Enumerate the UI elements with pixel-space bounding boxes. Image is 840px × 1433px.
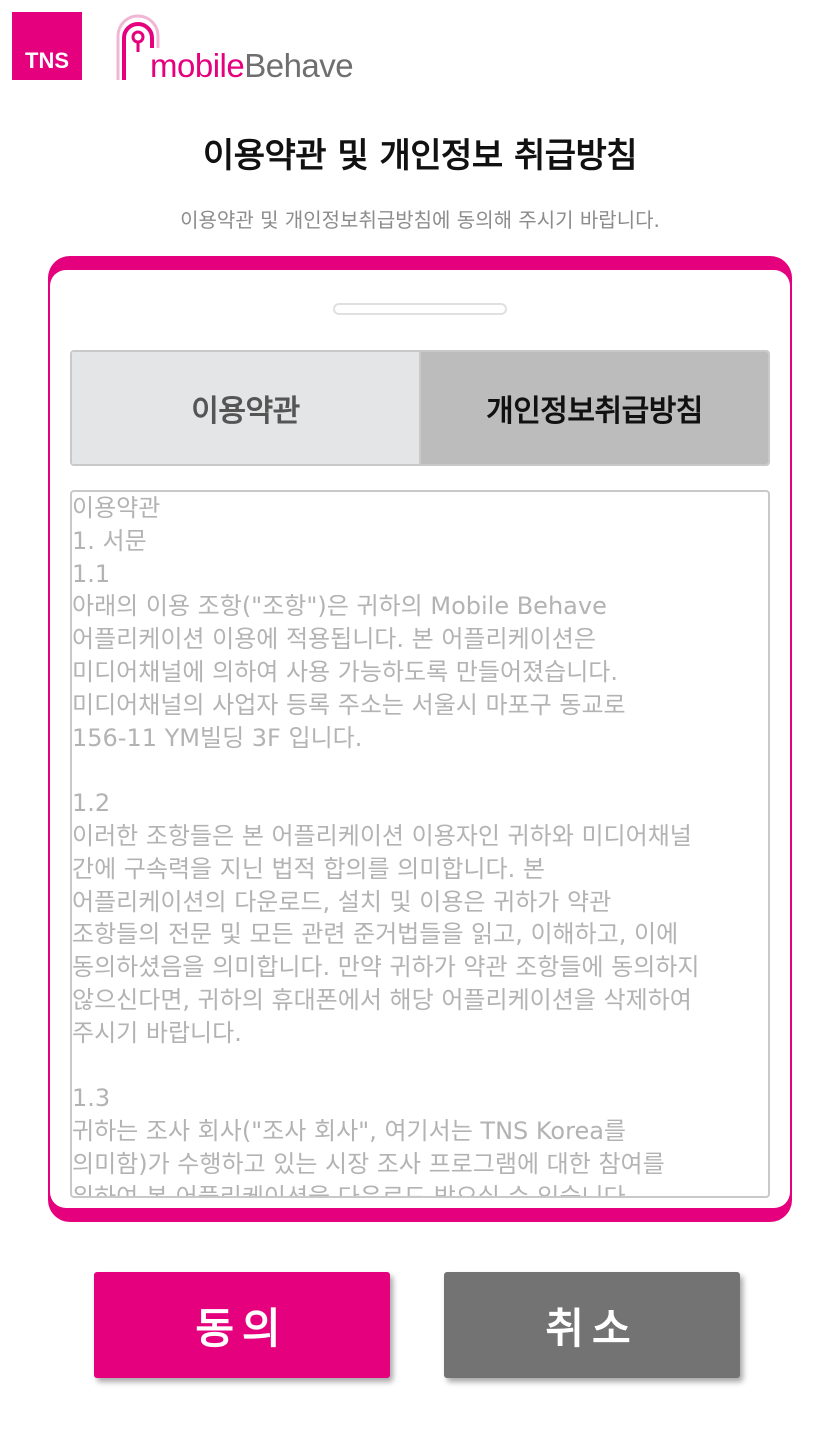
tns-logo-text: TNS: [25, 48, 69, 73]
page-subtitle: 이용약관 및 개인정보취급방침에 동의해 주시기 바랍니다.: [180, 208, 660, 232]
tab-terms-of-use[interactable]: 이용약관: [72, 352, 421, 464]
mobile-behave-wordmark: mobileBehave: [150, 47, 354, 84]
cancel-button[interactable]: 취소: [444, 1272, 740, 1378]
terms-tab-bar: 이용약관 개인정보취급방침: [70, 350, 770, 466]
drag-handle[interactable]: [333, 303, 507, 315]
terms-text-scroll-area[interactable]: 이용약관 1. 서문 1.1 아래의 이용 조항("조항")은 귀하의 Mobi…: [70, 490, 770, 1198]
terms-text: 이용약관 1. 서문 1.1 아래의 이용 조항("조항")은 귀하의 Mobi…: [72, 494, 700, 1198]
tns-logo: TNS: [12, 12, 82, 80]
agree-button[interactable]: 동의: [94, 1272, 390, 1378]
terms-consent-screen: TNS mobileBehave 이용약관 및 개인정보 취급방침 이용약관 및…: [0, 0, 840, 1433]
logo-prefix: mobile: [150, 47, 245, 84]
tab-privacy-policy[interactable]: 개인정보취급방침: [421, 352, 768, 464]
mobile-behave-logo: mobileBehave: [112, 6, 382, 86]
page-title: 이용약관 및 개인정보 취급방침: [202, 136, 638, 176]
logo-suffix: Behave: [244, 47, 354, 84]
